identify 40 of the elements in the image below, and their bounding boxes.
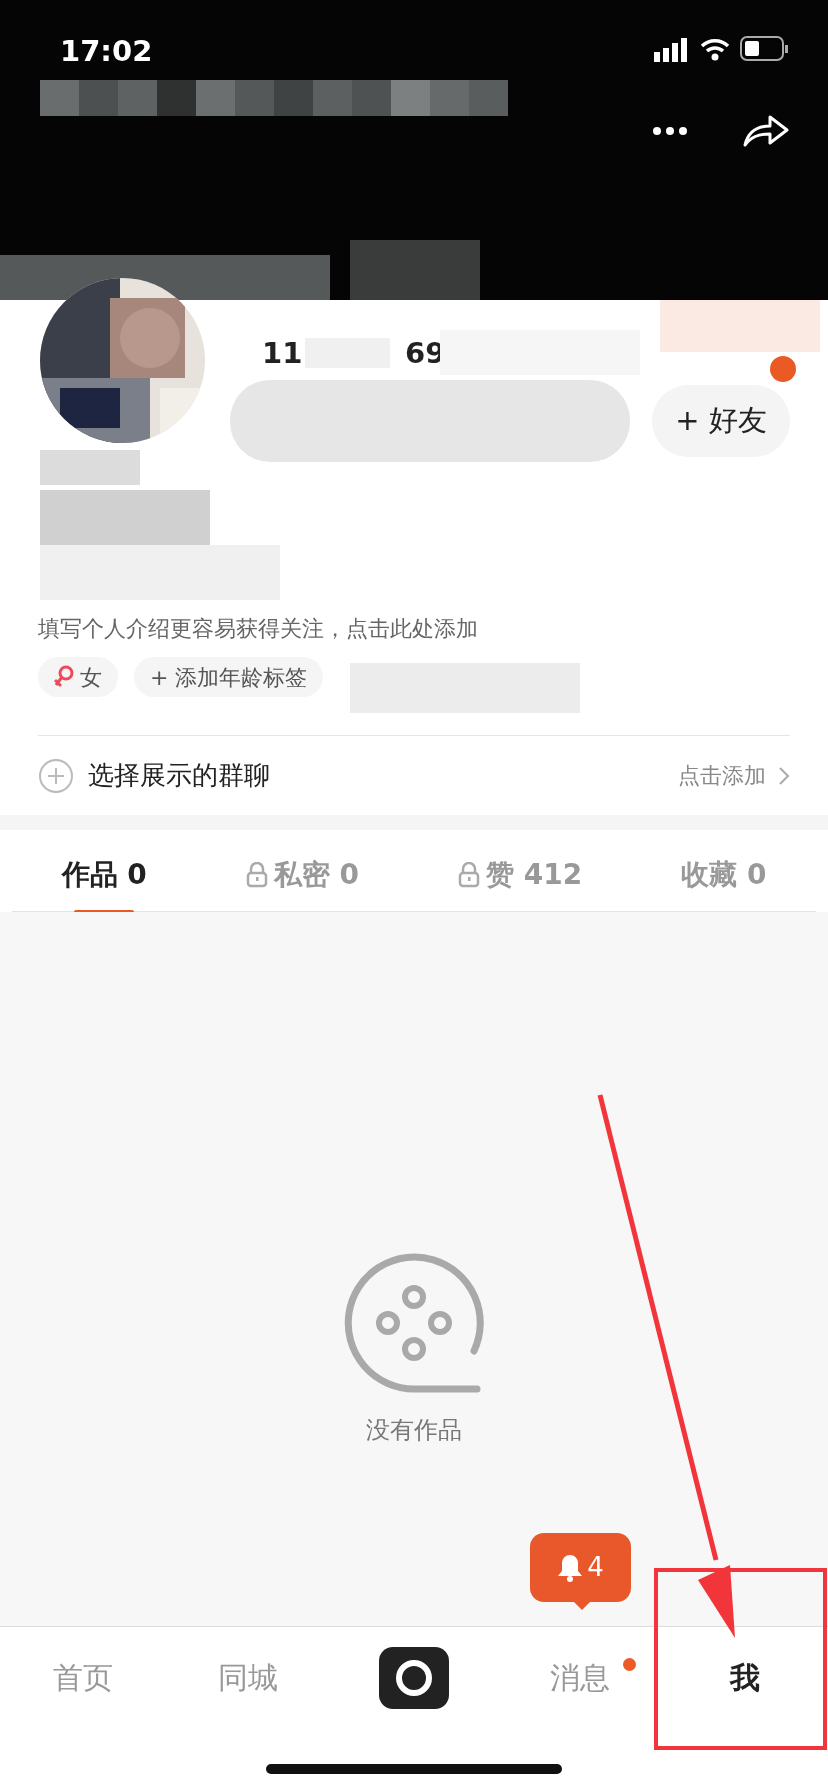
add-age-tag-button[interactable]: + 添加年龄标签 (134, 657, 324, 697)
bio-text[interactable]: 填写个人介绍更容易获得关注，点击此处添加 (38, 612, 478, 645)
pixelated-redaction (118, 80, 157, 116)
gender-tag[interactable]: 女 (38, 657, 118, 697)
profile-tab[interactable]: 收藏 0 (675, 835, 773, 914)
pixelated-redaction (469, 80, 508, 116)
bell-icon (557, 1552, 584, 1583)
pixelated-redaction (352, 80, 391, 116)
add-friend-button[interactable]: + 好友 (652, 385, 790, 457)
camera-button[interactable] (379, 1647, 449, 1709)
pixelated-redaction (196, 80, 235, 116)
nav-tab[interactable]: 首页 (48, 1647, 117, 1708)
female-icon (54, 665, 74, 689)
nav-tab[interactable]: 我 (726, 1647, 765, 1708)
group-chat-label: 选择展示的群聊 (88, 759, 271, 792)
add-circle-icon (38, 757, 74, 794)
notification-badge (770, 356, 796, 382)
record-icon (395, 1659, 433, 1697)
pixelated-redaction (430, 80, 469, 116)
empty-state-text: 没有作品 (366, 1415, 462, 1446)
wifi-icon (700, 37, 730, 61)
add-link[interactable]: 点击添加 (678, 759, 766, 792)
battery-icon (740, 36, 788, 62)
status-time: 17:02 (60, 33, 153, 70)
profile-tab[interactable]: 赞 412 (452, 835, 589, 914)
pixelated-redaction (79, 80, 118, 116)
pixelated-redaction (235, 80, 274, 116)
signal-icon (654, 38, 688, 62)
pixelated-redaction (391, 80, 430, 116)
pixelated-redaction (40, 80, 79, 116)
nav-tab[interactable]: 同城 (214, 1647, 283, 1708)
chevron-right-icon (778, 765, 790, 786)
pixelated-redaction (157, 80, 196, 116)
nav-tab[interactable]: 消息 (545, 1647, 614, 1708)
film-reel-icon (343, 1252, 485, 1394)
pixelated-redaction (274, 80, 313, 116)
pixelated-redaction (313, 80, 352, 116)
profile-tab[interactable]: 私密 0 (239, 835, 365, 914)
stat-count: 11 (262, 335, 303, 372)
more-icon[interactable] (652, 126, 688, 136)
